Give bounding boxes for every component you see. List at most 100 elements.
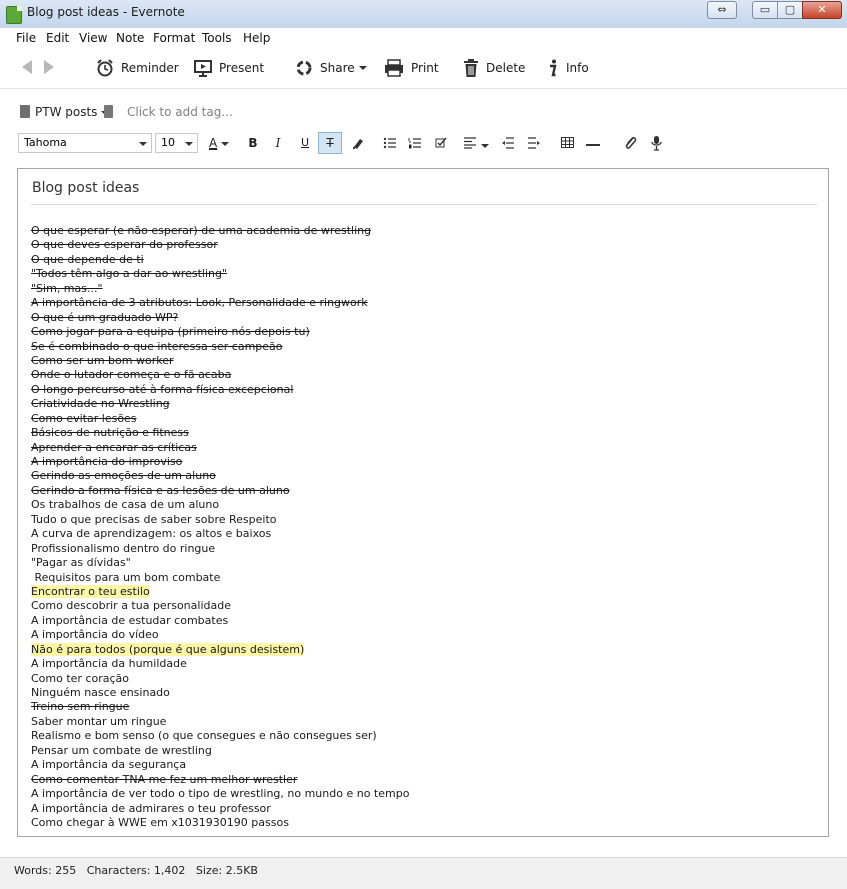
chevron-down-icon [139, 142, 147, 146]
note-line-text: Como jogar para a equipa (primeiro nós d… [31, 325, 310, 339]
note-line-text: Pensar um combate de wrestling [31, 743, 212, 757]
bulleted-list-button[interactable] [378, 132, 402, 154]
note-line: Encontrar o teu estilo [31, 584, 409, 599]
note-line: Pensar um combate de wrestling [31, 744, 409, 758]
horizontal-rule-button[interactable] [581, 132, 605, 154]
notebook-name: PTW posts [35, 105, 98, 119]
menu-tools[interactable]: Tools [202, 31, 232, 45]
note-line-text: "Todos têm algo a dar ao wrestling" [31, 267, 228, 281]
menu-edit[interactable]: Edit [46, 31, 69, 45]
title-divider [31, 204, 817, 205]
horizontal-rule-icon [586, 144, 600, 146]
note-line-text: Criatividade no Wrestling [31, 397, 170, 411]
numbered-list-icon [408, 138, 421, 149]
attach-file-button[interactable] [619, 132, 643, 154]
note-line-text: Profissionalismo dentro do ringue [31, 541, 216, 555]
maximize-button[interactable]: ▢ [777, 1, 803, 19]
minimize-button[interactable]: ▭ [752, 1, 778, 19]
back-arrow-icon[interactable] [22, 60, 32, 74]
note-line: A importância de admirares o teu profess… [31, 802, 409, 816]
checkbox-icon [435, 137, 447, 148]
present-button[interactable]: Present [193, 58, 264, 78]
numbered-list-button[interactable] [403, 132, 427, 154]
note-line-text: Saber montar um ringue [31, 714, 167, 728]
note-line-text: O que depende de ti [31, 252, 144, 266]
note-title[interactable]: Blog post ideas [32, 180, 139, 196]
font-family-select[interactable]: Tahoma [18, 133, 152, 153]
bulleted-list-icon [383, 137, 396, 149]
note-line: Ninguém nasce ensinado [31, 686, 409, 700]
menu-file[interactable]: File [16, 31, 36, 45]
delete-button[interactable]: Delete [462, 58, 525, 78]
note-editor[interactable]: Blog post ideas O que esperar (e não esp… [17, 168, 829, 837]
note-line-text: O que é um graduado WP? [31, 310, 179, 324]
checkbox-button[interactable] [429, 132, 453, 154]
note-line: Como ter coração [31, 672, 409, 686]
reminder-button[interactable]: Reminder [95, 58, 179, 78]
indent-button[interactable] [522, 132, 546, 154]
align-button[interactable] [460, 132, 492, 154]
note-line-text: Requisitos para um bom combate [31, 570, 221, 584]
status-bar: Words: 255 Characters: 1,402 Size: 2.5KB [0, 857, 847, 889]
font-family-value: Tahoma [24, 136, 67, 149]
note-line-text: A importância do improviso [31, 455, 183, 468]
note-line-text: A importância do vídeo [31, 628, 159, 642]
main-toolbar: Reminder Present Share Print Delete Info [0, 50, 847, 86]
menu-view[interactable]: View [79, 31, 107, 45]
note-line-text: A importância de estudar combates [31, 613, 229, 627]
italic-button[interactable]: I [266, 132, 290, 154]
window-title: Blog post ideas - Evernote [27, 5, 185, 19]
notebook-selector[interactable]: PTW posts [35, 105, 110, 119]
menu-note[interactable]: Note [116, 31, 144, 45]
audio-record-button[interactable] [645, 132, 669, 154]
note-line: O que esperar (e não esperar) de uma aca… [31, 224, 409, 238]
info-button[interactable]: Info [546, 58, 589, 78]
note-line-text: Como ser um bom worker [31, 353, 174, 367]
print-button[interactable]: Print [383, 58, 439, 78]
note-line-text: A importância de admirares o teu profess… [31, 801, 271, 815]
menu-format[interactable]: Format [153, 31, 195, 45]
insert-table-button[interactable] [555, 132, 579, 154]
underline-button[interactable]: U [293, 132, 317, 154]
note-line-text: Como evitar lesões [31, 411, 137, 425]
note-line: A importância de ver todo o tipo de wres… [31, 787, 409, 801]
outdent-button[interactable] [496, 132, 520, 154]
note-line-text: O que deves esperar do professor [31, 238, 218, 252]
highlight-button[interactable] [346, 132, 370, 154]
trash-icon [464, 59, 478, 77]
forward-arrow-icon[interactable] [44, 60, 54, 74]
menu-help[interactable]: Help [243, 31, 270, 45]
note-line: Saber montar um ringue [31, 715, 409, 729]
compact-mode-button[interactable]: ⇔ [707, 1, 737, 19]
bold-button[interactable]: B [241, 132, 265, 154]
title-bar: Blog post ideas - Evernote ⇔ ▭ ▢ ✕ [0, 0, 847, 29]
note-line-text: "Pagar as dívidas" [31, 556, 131, 570]
note-line: Tudo o que precisas de saber sobre Respe… [31, 513, 409, 527]
note-line-text: A importância da humildade [31, 657, 187, 671]
note-line: O que é um graduado WP? [31, 311, 409, 325]
share-button[interactable]: Share [294, 58, 367, 78]
note-line: O que deves esperar do professor [31, 238, 409, 252]
note-line-text: O longo percurso até à forma física exce… [31, 382, 294, 396]
text-color-button[interactable]: A [204, 132, 238, 154]
note-body[interactable]: O que esperar (e não esperar) de uma aca… [31, 224, 409, 830]
close-button[interactable]: ✕ [802, 1, 842, 19]
text-color-dropdown-icon [221, 141, 230, 146]
note-line: Gerindo as emoções de um aluno [31, 469, 409, 483]
note-line-text: Realismo e bom senso (o que consegues e … [31, 729, 377, 743]
note-line: "Sim, mas..." [31, 282, 409, 296]
note-line: A importância de 3 atributos: Look, Pers… [31, 296, 409, 310]
note-line-text: Como comentar TNA me fez um melhor wrest… [31, 772, 298, 786]
note-line: A importância do vídeo [31, 628, 409, 642]
strikethrough-button[interactable]: T [318, 132, 342, 154]
printer-icon [385, 59, 403, 77]
tag-icon [104, 105, 113, 118]
note-line: A importância da segurança [31, 758, 409, 772]
alarm-clock-icon [97, 59, 113, 77]
add-tag-field[interactable]: Click to add tag... [127, 105, 233, 119]
font-size-select[interactable]: 10 [155, 133, 198, 153]
note-line: A importância da humildade [31, 657, 409, 671]
note-line: O que depende de ti [31, 253, 409, 267]
note-line: Treino sem ringue [31, 700, 409, 714]
note-line-text: A curva de aprendizagem: os altos e baix… [31, 527, 272, 541]
